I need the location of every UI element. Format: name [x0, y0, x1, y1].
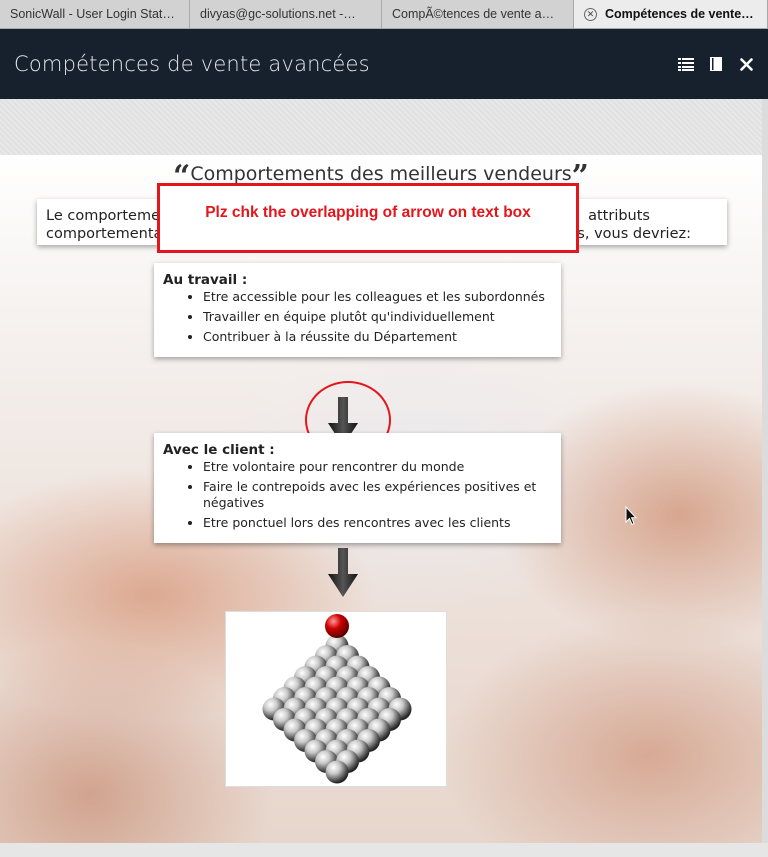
list-icon[interactable]: [678, 56, 694, 72]
intro-text-right: attributs us, vous devriez:: [568, 207, 691, 243]
review-annotation-text: Plz chk the overlapping of arrow on text…: [205, 204, 531, 221]
tab-label: Compétences de vente…: [605, 7, 754, 21]
tab-label: divyas@gc-solutions.net -…: [200, 7, 356, 21]
list-item: Etre ponctuel lors des rencontres avec l…: [203, 515, 552, 531]
slide-canvas: “Comportements des meilleurs vendeurs” L…: [0, 155, 762, 843]
list-item: Travailler en équipe plutôt qu'individue…: [203, 309, 552, 325]
close-icon[interactable]: [738, 56, 754, 72]
stage-bottom-band: [0, 843, 768, 857]
client-list: Etre volontaire pour rencontrer du monde…: [163, 459, 552, 531]
browser-tab-competences-1[interactable]: CompÃ©tences de vente a…: [382, 0, 574, 28]
work-behaviors-box: Au travail : Etre accessible pour les co…: [154, 263, 561, 357]
browser-tab-competences-active[interactable]: ✕ Compétences de vente…: [574, 0, 768, 28]
header-toolbar: [678, 56, 754, 72]
review-annotation-box: Plz chk the overlapping of arrow on text…: [157, 183, 579, 253]
intro-right-line-1: attributs: [588, 208, 650, 224]
list-item: Faire le contrepoids avec les expérience…: [203, 479, 552, 511]
bookmark-icon[interactable]: [708, 56, 724, 72]
stage-top-band: [0, 99, 768, 155]
course-title: Compétences de vente avancées: [14, 52, 370, 76]
down-arrow-icon: [327, 548, 359, 598]
list-item: Contribuer à la réussite du Département: [203, 329, 552, 345]
list-item: Etre volontaire pour rencontrer du monde: [203, 459, 552, 475]
list-item: Etre accessible pour les colleagues et l…: [203, 289, 552, 305]
browser-tab-strip: SonicWall - User Login Stat… divyas@gc-s…: [0, 0, 768, 29]
work-heading: Au travail :: [163, 272, 248, 288]
sphere-pyramid-image: [225, 611, 447, 787]
scrollbar[interactable]: [762, 99, 768, 843]
client-behaviors-box: Avec le client : Etre volontaire pour re…: [154, 433, 561, 543]
work-list: Etre accessible pour les colleagues et l…: [163, 289, 552, 345]
slide-title-text: Comportements des meilleurs vendeurs: [190, 163, 572, 185]
client-heading: Avec le client :: [163, 442, 275, 458]
course-header: Compétences de vente avancées: [0, 29, 768, 99]
tab-label: SonicWall - User Login Stat…: [10, 7, 175, 21]
mouse-cursor-icon: [625, 505, 638, 526]
browser-tab-email[interactable]: divyas@gc-solutions.net -…: [190, 0, 382, 28]
tab-close-icon[interactable]: ✕: [584, 7, 597, 21]
intro-right-line-2: us, vous devriez:: [568, 226, 691, 242]
browser-tab-sonicwall[interactable]: SonicWall - User Login Stat…: [0, 0, 190, 28]
tab-label: CompÃ©tences de vente a…: [392, 7, 555, 21]
